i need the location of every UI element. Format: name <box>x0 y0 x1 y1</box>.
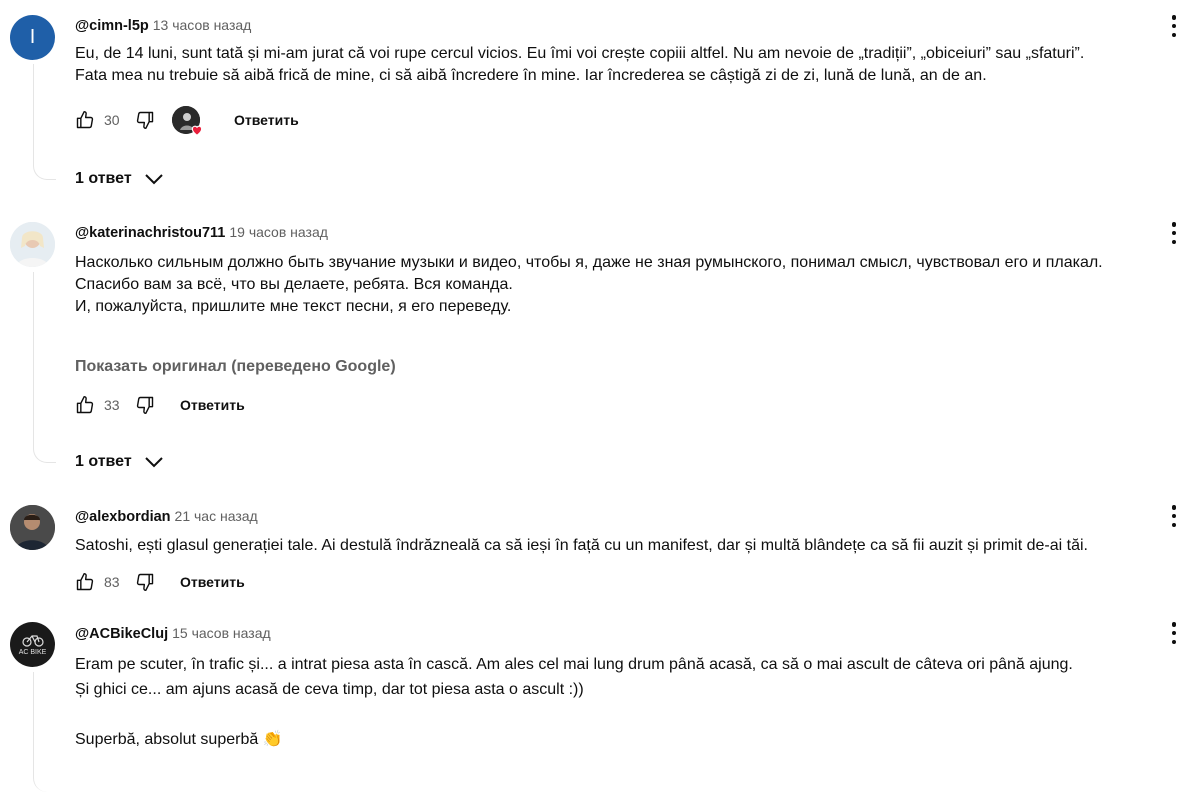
dislike-button[interactable] <box>134 109 156 131</box>
thread-line <box>33 64 56 180</box>
thread-line <box>33 272 56 463</box>
chevron-down-icon <box>144 174 163 185</box>
show-replies-button[interactable]: 1 ответ <box>75 170 164 188</box>
avatar-logo-text: AC BIKE <box>18 649 47 656</box>
reply-button[interactable]: Ответить <box>180 397 245 413</box>
comment-text: Satoshi, ești glasul generației tale. Ai… <box>75 537 1088 554</box>
avatar[interactable] <box>10 222 55 267</box>
timestamp[interactable]: 19 часов назад <box>229 224 328 240</box>
more-actions-button[interactable] <box>1169 15 1179 37</box>
reply-button[interactable]: Ответить <box>234 112 299 128</box>
author-name[interactable]: @cimn-l5p <box>75 18 149 34</box>
comment-header: @alexbordian 21 час назад <box>75 508 258 525</box>
comment-actions: 30 Ответить <box>74 106 299 136</box>
avatar[interactable]: I <box>10 15 55 60</box>
author-name[interactable]: @alexbordian <box>75 509 171 525</box>
comment-header: @ACBikeCluj 15 часов назад <box>75 625 271 642</box>
heart-icon <box>191 125 203 136</box>
user-avatar-icon <box>10 505 55 550</box>
timestamp[interactable]: 13 часов назад <box>153 17 252 33</box>
comment-text: Насколько сильным должно быть звучание м… <box>75 254 1103 315</box>
timestamp[interactable]: 21 час назад <box>175 508 258 524</box>
comment-actions: 33 Ответить <box>74 393 245 417</box>
thumbs-down-icon <box>136 573 154 592</box>
more-actions-button[interactable] <box>1169 622 1179 644</box>
comment-text: Eu, de 14 luni, sunt tată și mi-am jurat… <box>75 45 1085 84</box>
thumbs-down-icon <box>136 111 154 130</box>
comment-actions: 83 Ответить <box>74 570 245 594</box>
user-avatar-icon <box>10 222 55 267</box>
show-original-link[interactable]: Показать оригинал (переведено Google) <box>75 358 396 376</box>
timestamp[interactable]: 15 часов назад <box>172 625 271 641</box>
like-count: 33 <box>104 397 120 413</box>
author-name[interactable]: @katerinachristou711 <box>75 225 225 241</box>
like-button[interactable] <box>74 394 96 416</box>
like-button[interactable] <box>74 109 96 131</box>
more-actions-button[interactable] <box>1169 222 1179 244</box>
thumbs-up-icon <box>76 572 94 591</box>
reply-button[interactable]: Ответить <box>180 574 245 590</box>
comment-header: @katerinachristou711 19 часов назад <box>75 224 328 241</box>
thumbs-up-icon <box>76 395 94 414</box>
dislike-button[interactable] <box>134 571 156 593</box>
chevron-down-icon <box>144 457 163 468</box>
dislike-button[interactable] <box>134 394 156 416</box>
more-actions-button[interactable] <box>1169 505 1179 527</box>
author-name[interactable]: @ACBikeCluj <box>75 626 168 642</box>
thumbs-up-icon <box>76 110 94 129</box>
avatar[interactable]: AC BIKE <box>10 622 55 667</box>
comment-text: Eram pe scuter, în trafic și... a intrat… <box>75 656 1073 748</box>
like-count: 83 <box>104 574 120 590</box>
creator-heart <box>172 106 203 136</box>
thread-line <box>33 672 56 792</box>
like-count: 30 <box>104 112 120 128</box>
thumbs-down-icon <box>136 396 154 415</box>
avatar[interactable] <box>10 505 55 550</box>
bike-icon <box>21 635 44 647</box>
show-replies-button[interactable]: 1 ответ <box>75 453 164 471</box>
like-button[interactable] <box>74 571 96 593</box>
comment-header: @cimn-l5p 13 часов назад <box>75 17 251 34</box>
